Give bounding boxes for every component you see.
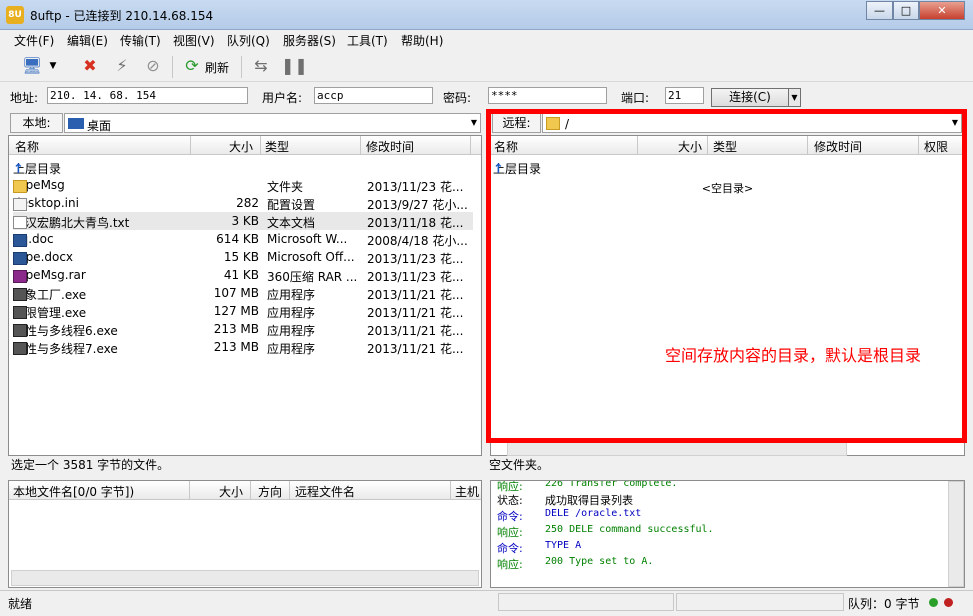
list-item[interactable]: desktop.ini 282 配置设置 2013/9/27 花小... [13,194,473,212]
list-item[interactable]: TypeMsg.rar 41 KB 360压缩 RAR ... 2013/11/23 … [13,266,473,284]
log-entry: 响应: 200 Type set to A. [497,556,654,571]
status-panel [676,593,844,611]
queue-column-header: 本地文件名[0/0 字节]) 大小 方向 远程文件名 主机 [9,481,481,500]
list-item[interactable]: qq.doc 614 KB Microsoft W... 2008/4/18 花小..… [13,230,473,248]
local-path-select[interactable]: 桌面 ▼ [64,113,481,133]
list-item[interactable]: Type.docx 15 KB Microsoft Off... 2013/11/23… [13,248,473,266]
list-item[interactable]: 特性与多线程7.exe 213 MB 应用程序 2013/11/21 花... [13,338,473,356]
list-item-selected[interactable]: 武汉宏鹏北大青鸟.txt 3 KB 文本文档 2013/11/18 花... [13,212,473,230]
exe-file-icon [13,306,27,319]
local-status: 选定一个 3581 字节的文件。 [11,458,170,472]
rar-archive-icon [13,270,27,283]
port-input[interactable]: 21 [665,87,704,104]
col-name[interactable]: 名称 [15,138,39,155]
list-item[interactable]: 抽象工厂.exe 107 MB 应用程序 2013/11/21 花... [13,284,473,302]
menu-edit[interactable]: 编辑(E) [67,32,108,49]
connect-button[interactable]: 连接(C) [711,88,789,107]
minimize-button[interactable]: — [866,1,893,20]
col-mtime[interactable]: 修改时间 [366,138,414,155]
menu-bar: 文件(F) 编辑(E) 传输(T) 视图(V) 队列(Q) 服务器(S) 工具(… [0,30,973,50]
log-entry: 状态: 成功取得目录列表 [497,494,633,507]
transfer-queue-icon[interactable]: ⇆ [249,54,273,78]
site-manager-dropdown-icon[interactable]: ▼ [46,54,60,78]
col-direction[interactable]: 方向 [258,483,282,500]
col-size[interactable]: 大小 [229,138,253,155]
window-title: 8uftp - 已连接到 210.14.68.154 [30,9,214,23]
log-entry: 响应: 250 DELE command successful. [497,524,714,539]
username-label: 用户名: [262,91,303,105]
list-item[interactable]: 权限管理.exe 127 MB 应用程序 2013/11/21 花... [13,302,473,320]
col-host[interactable]: 主机 [455,483,479,500]
toolbar-divider [241,56,242,78]
text-file-icon [13,216,27,229]
list-item[interactable]: 特性与多线程6.exe 213 MB 应用程序 2013/11/21 花... [13,320,473,338]
status-text: 就绪 [8,597,33,611]
log-vertical-scrollbar[interactable] [948,481,964,587]
word-doc-icon [13,234,27,247]
port-label: 端口: [621,91,650,105]
menu-file[interactable]: 文件(F) [14,32,54,49]
local-column-header: 名称 大小 类型 修改时间 [9,136,481,155]
up-folder-icon: ↑ [13,162,24,177]
password-input[interactable]: **** [488,87,607,104]
annotation-text: 空间存放内容的目录，默认是根目录 [665,346,922,365]
close-button[interactable]: ✕ [919,1,965,20]
transfer-queue[interactable]: 本地文件名[0/0 字节]) 大小 方向 远程文件名 主机 [8,480,482,588]
exe-file-icon [13,288,27,301]
refresh-label[interactable]: 刷新 [205,59,229,76]
log-entry: 命令: TYPE A [497,540,582,555]
desktop-icon [68,118,84,129]
local-file-list[interactable]: 名称 大小 类型 修改时间 ↑ 上层目录 TypeMsg 文件夹 2013/11/23… [8,135,482,456]
password-label: 密码: [443,91,472,105]
status-panel [498,593,674,611]
list-item[interactable]: ↑ 上层目录 [13,158,473,177]
connect-dropdown-icon[interactable]: ▼ [788,88,801,107]
8uftp-logo-icon: 8U [6,6,24,24]
refresh-icon[interactable]: ⟳ [180,54,204,78]
menu-tools[interactable]: 工具(T) [347,32,388,49]
chevron-down-icon[interactable]: ▼ [471,118,477,127]
title-bar: 8U 8uftp - 已连接到 210.14.68.154 — □ ✕ [0,0,973,30]
pause-icon[interactable]: ❚❚ [281,54,308,78]
exe-file-icon [13,324,27,337]
username-input[interactable]: accp [314,87,433,104]
col-size[interactable]: 大小 [219,483,243,500]
toolbar-divider [172,56,173,78]
maximize-button[interactable]: □ [893,1,919,20]
menu-transfer[interactable]: 传输(T) [120,32,161,49]
connection-bar: 地址: 210. 14. 68. 154 用户名: accp 密码: **** … [0,84,973,108]
reconnect-icon[interactable]: ⚡ [110,54,134,78]
ini-file-icon [13,198,27,211]
toolbar: 🖥 ▼ ✖ ⚡ ⊘ ⟳ 刷新 ⇆ ❚❚ [0,50,973,82]
list-item[interactable]: TypeMsg 文件夹 2013/11/23 花... [13,176,473,194]
status-led-icon [944,598,953,607]
annotation-highlight-box [486,109,967,443]
queue-horizontal-scrollbar[interactable] [11,570,479,586]
col-local-filename[interactable]: 本地文件名[0/0 字节]) [13,483,134,500]
log-pane[interactable]: 响应: 226 Transfer complete. 状态: 成功取得目录列表 命令… [490,480,965,588]
status-bar: 就绪 队列：0 字节 [0,590,973,616]
site-manager-icon[interactable]: 🖥 [20,54,44,78]
col-remote-filename[interactable]: 远程文件名 [295,483,355,500]
menu-server[interactable]: 服务器(S) [283,32,336,49]
folder-icon [13,180,27,193]
address-input[interactable]: 210. 14. 68. 154 [47,87,248,104]
status-led-icon [929,598,938,607]
log-entry: 命令: DELE /oracle.txt [497,508,642,523]
word-doc-icon [13,252,27,265]
menu-queue[interactable]: 队列(Q) [227,32,270,49]
col-type[interactable]: 类型 [265,138,289,155]
address-label: 地址: [10,91,39,105]
local-path-value: 桌面 [87,119,112,133]
menu-view[interactable]: 视图(V) [173,32,215,49]
stop-icon[interactable]: ⊘ [141,54,165,78]
local-label: 本地: [10,113,63,133]
disconnect-icon[interactable]: ✖ [78,54,102,78]
queue-size-text: 队列：0 字节 [848,597,920,611]
menu-help[interactable]: 帮助(H) [401,32,443,49]
remote-status: 空文件夹。 [489,458,550,472]
exe-file-icon [13,342,27,355]
